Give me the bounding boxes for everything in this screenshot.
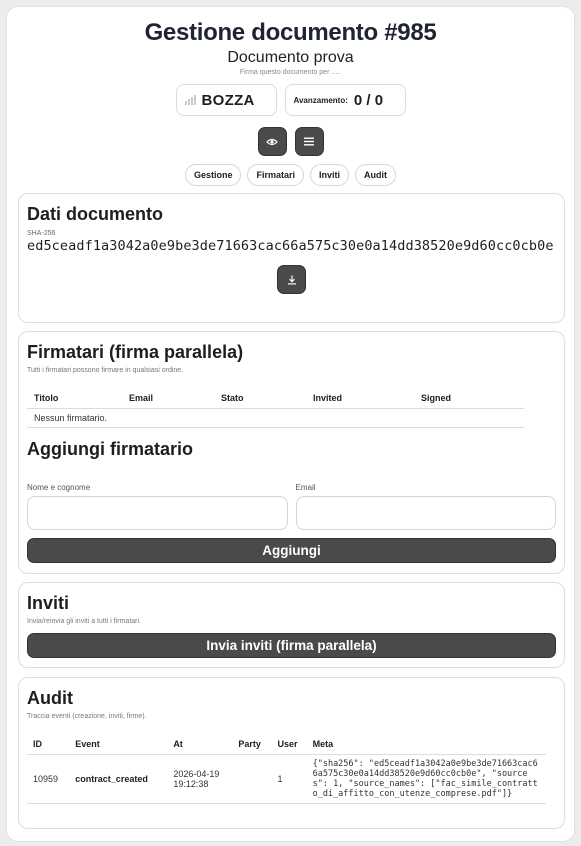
progress-label: Avanzamento:	[293, 95, 348, 105]
signal-bars-icon	[184, 95, 196, 105]
audit-party	[232, 754, 272, 804]
invites-section-title: Inviti	[27, 593, 70, 613]
audit-description: Traccia eventi (creazione, inviti, firme…	[27, 713, 147, 720]
page-title: Gestione documento #985	[144, 19, 437, 46]
progress-badge: Avanzamento: 0 / 0	[284, 84, 406, 116]
column-header: Invited	[306, 388, 414, 409]
column-header: Email	[122, 388, 214, 409]
name-input[interactable]	[27, 496, 288, 530]
tab-gestione[interactable]: Gestione	[184, 164, 242, 186]
tab-audit[interactable]: Audit	[355, 164, 397, 186]
audit-table: ID Event At Party User Meta 10959 contra…	[27, 734, 546, 804]
download-button[interactable]	[277, 265, 306, 294]
table-row: Nessun firmatario.	[27, 408, 524, 428]
column-header: At	[167, 734, 233, 755]
eye-icon	[266, 138, 278, 145]
email-label: Email	[295, 483, 316, 492]
audit-meta: {"sha256": "ed5ceadf1a3042a0e9be3de71663…	[306, 754, 546, 804]
menu-icon	[304, 137, 314, 146]
tab-inviti[interactable]: Inviti	[310, 164, 350, 186]
column-header: Meta	[306, 734, 546, 755]
audit-card: Audit Traccia eventi (creazione, inviti,…	[18, 677, 565, 829]
email-input[interactable]	[295, 496, 556, 530]
column-header: Event	[69, 734, 168, 755]
status-badge: BOZZA	[175, 84, 277, 116]
signers-section-title: Firmatari (firma parallela)	[27, 342, 244, 362]
page-header: Gestione documento #985 Documento prova …	[7, 7, 574, 76]
column-header: Signed	[414, 388, 524, 409]
add-signer-form: Nome e cognome Email	[27, 483, 556, 530]
signers-table: Titolo Email Stato Invited Signed Nessun…	[27, 388, 524, 428]
audit-event: contract_created	[69, 754, 168, 804]
document-hint: Firma questo documento per .....	[239, 69, 342, 76]
column-header: Party	[232, 734, 272, 755]
table-row: 10959 contract_created 2026-04-19 19:12:…	[27, 754, 546, 804]
add-signer-button[interactable]: Aggiungi	[27, 538, 556, 563]
signers-card: Firmatari (firma parallela) Tutti i firm…	[18, 331, 565, 574]
send-invites-button[interactable]: Invia inviti (firma parallela)	[27, 633, 556, 658]
audit-user: 1	[271, 754, 307, 804]
column-header: Titolo	[27, 388, 122, 409]
document-section-title: Dati documento	[27, 204, 164, 224]
download-icon	[287, 275, 296, 284]
tab-firmatari[interactable]: Firmatari	[247, 164, 304, 186]
section-tabs: Gestione Firmatari Inviti Audit	[7, 164, 574, 186]
document-card: Dati documento SHA-256 ed5ceadf1a3042a0e…	[18, 193, 565, 323]
sha-value: ed5ceadf1a3042a0e9be3de71663cac66a575c30…	[27, 238, 554, 254]
action-buttons	[7, 127, 574, 156]
invites-description: Invia/reinvia gli inviti a tutti i firma…	[27, 618, 141, 625]
status-chips: BOZZA Avanzamento: 0 / 0	[7, 84, 574, 116]
sha-label: SHA-256	[27, 230, 56, 237]
audit-section-title: Audit	[27, 688, 73, 708]
empty-message: Nessun firmatario.	[27, 408, 524, 428]
invites-card: Inviti Invia/reinvia gli inviti a tutti …	[18, 582, 565, 668]
preview-button[interactable]	[257, 127, 287, 156]
signers-description: Tutti i firmatari possono firmare in qua…	[27, 367, 184, 374]
audit-id: 10959	[27, 754, 70, 804]
column-header: User	[271, 734, 307, 755]
status-label: BOZZA	[201, 91, 255, 109]
page-container: Gestione documento #985 Documento prova …	[6, 6, 575, 842]
menu-button[interactable]	[294, 127, 324, 156]
name-label: Nome e cognome	[27, 483, 91, 492]
progress-value: 0 / 0	[353, 91, 384, 109]
column-header: Stato	[214, 388, 306, 409]
add-signer-title: Aggiungi firmatario	[27, 439, 193, 459]
column-header: ID	[27, 734, 70, 755]
audit-at: 2026-04-19 19:12:38	[167, 754, 233, 804]
document-name: Documento prova	[227, 49, 354, 66]
